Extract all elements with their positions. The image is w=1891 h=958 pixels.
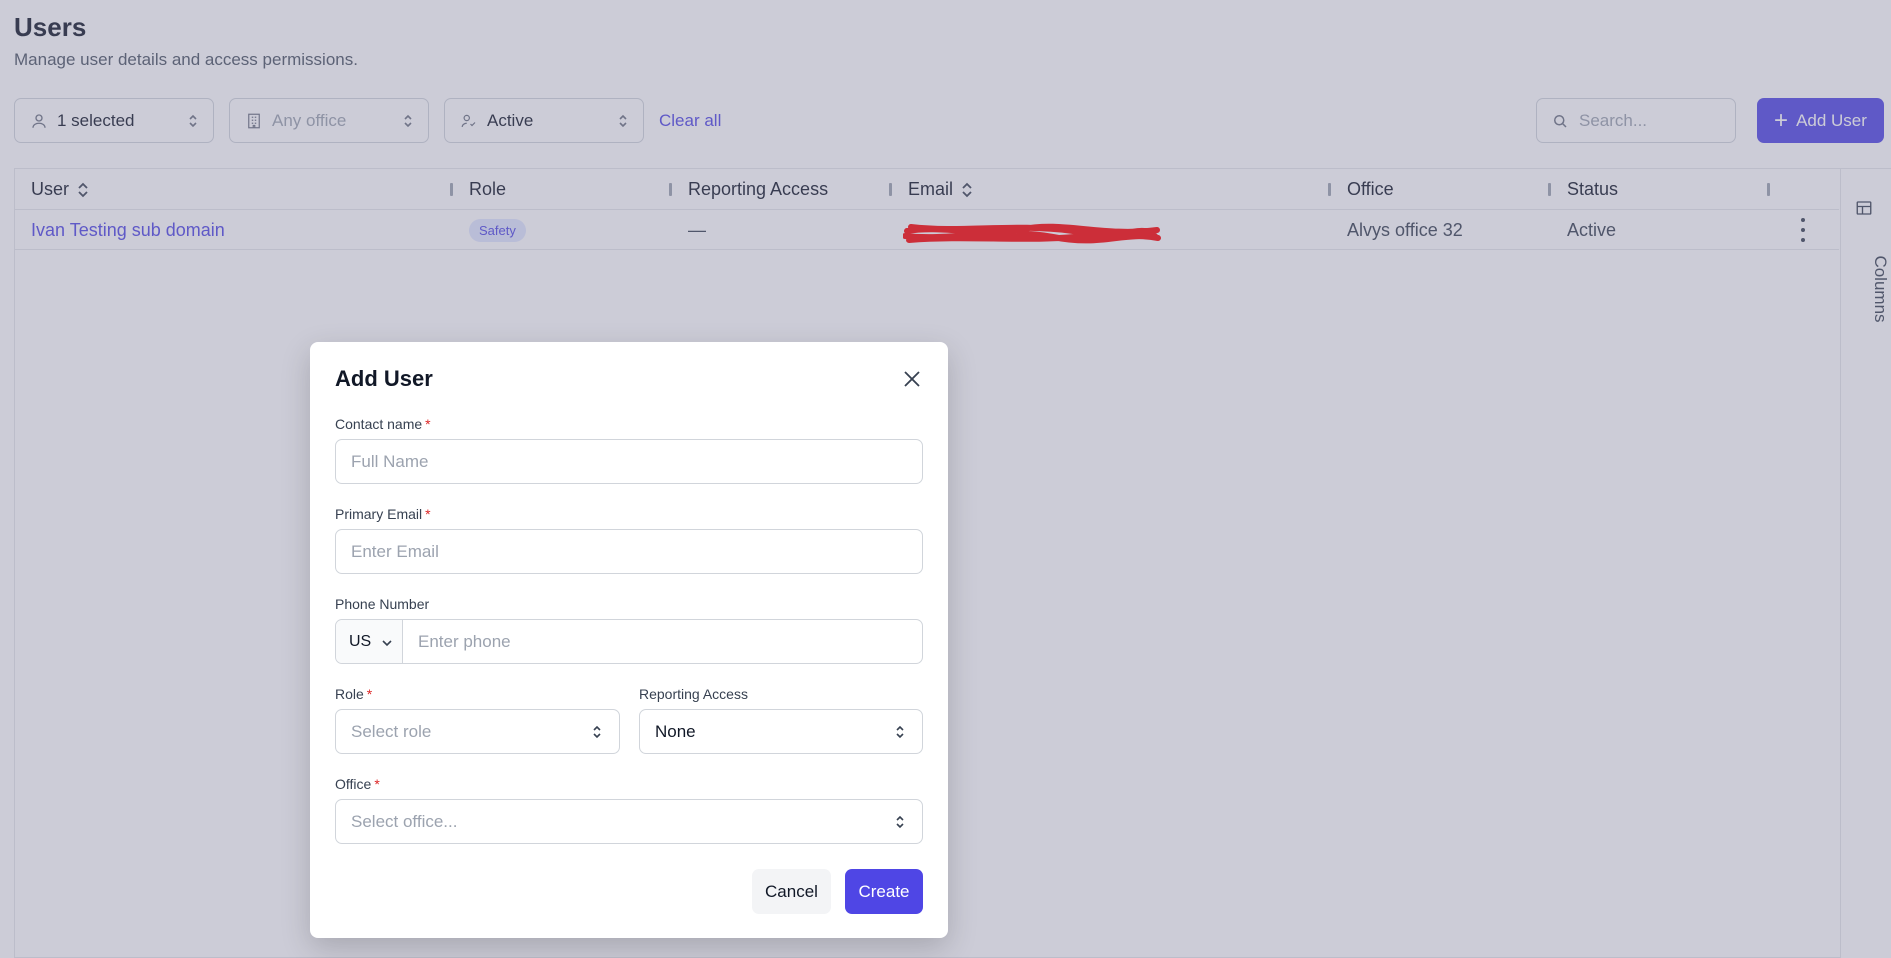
role-label: Role * (335, 686, 372, 702)
required-marker: * (425, 506, 431, 522)
cancel-button[interactable]: Cancel (752, 869, 831, 914)
chevron-updown-icon (591, 722, 603, 742)
label-text: Role (335, 686, 364, 702)
contact-name-label: Contact name * (335, 416, 431, 432)
phone-number-label: Phone Number (335, 596, 430, 612)
office-select-value: Select office... (351, 811, 458, 831)
required-marker: * (425, 416, 431, 432)
close-icon[interactable] (901, 368, 923, 390)
office-label: Office * (335, 776, 380, 792)
role-select[interactable]: Select role (335, 709, 620, 754)
primary-email-field[interactable]: Enter Email (335, 529, 923, 574)
label-text: Office (335, 776, 372, 792)
chevron-updown-icon (894, 812, 906, 832)
country-code-value: US (349, 632, 372, 650)
reporting-access-label: Reporting Access (639, 686, 748, 702)
required-marker: * (366, 686, 373, 702)
chevron-updown-icon (894, 722, 906, 742)
dialog-title: Add User (335, 366, 433, 391)
reporting-access-value: None (655, 721, 696, 741)
role-select-value: Select role (351, 721, 432, 741)
chevron-down-icon (381, 636, 393, 648)
phone-field: US Enter phone (335, 619, 923, 664)
add-user-dialog: Add User Contact name * Full Name Primary… (310, 342, 948, 938)
reporting-access-select[interactable]: None (639, 709, 923, 754)
label-text: Contact name (335, 416, 423, 432)
contact-name-field[interactable]: Full Name (335, 439, 923, 484)
label-text: Primary Email (335, 506, 423, 522)
create-button[interactable]: Create (845, 869, 923, 914)
primary-email-label: Primary Email * (335, 506, 431, 522)
phone-input[interactable]: Enter phone (403, 620, 511, 663)
office-select[interactable]: Select office... (335, 799, 923, 844)
country-code-select[interactable]: US (336, 620, 403, 663)
required-marker: * (374, 776, 380, 792)
